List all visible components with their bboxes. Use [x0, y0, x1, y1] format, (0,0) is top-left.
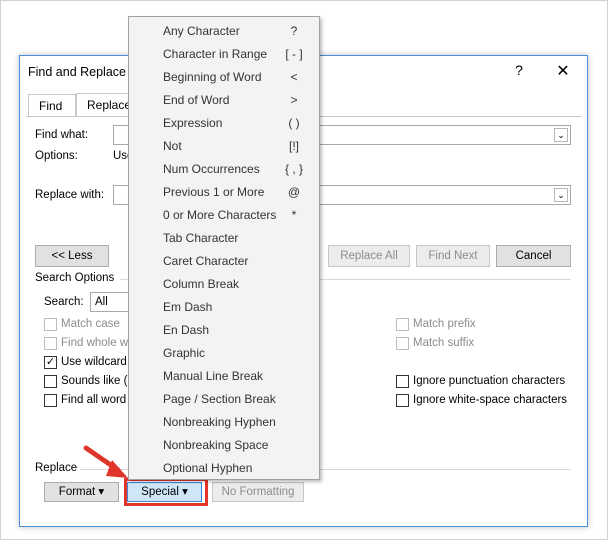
search-label: Search: — [44, 296, 84, 308]
menu-item-symbol: [ - ] — [285, 47, 303, 61]
menu-item[interactable]: Page / Section Break — [129, 388, 319, 411]
match-case-label: Match case — [61, 318, 120, 330]
replace-with-label: Replace with: — [35, 189, 105, 201]
format-button[interactable]: Format ▾ — [44, 482, 119, 502]
menu-item[interactable]: Optional Hyphen — [129, 457, 319, 480]
menu-item-label: Nonbreaking Space — [163, 438, 269, 452]
find-all-word-forms-label: Find all word — [61, 394, 127, 406]
ignore-whitespace-label: Ignore white-space characters — [413, 394, 568, 406]
menu-item-label: Beginning of Word — [163, 70, 262, 84]
search-direction-value: All — [95, 296, 108, 308]
menu-item[interactable]: Not [!] — [129, 135, 319, 158]
menu-item[interactable]: Nonbreaking Hyphen — [129, 411, 319, 434]
menu-item-label: Previous 1 or More — [163, 185, 265, 199]
cancel-button[interactable]: Cancel — [496, 245, 571, 267]
menu-item-symbol: { , } — [284, 162, 304, 176]
options-label: Options: — [35, 150, 78, 162]
menu-item-label: Manual Line Break — [163, 369, 264, 383]
ignore-whitespace-checkbox[interactable] — [396, 394, 409, 407]
menu-item-label: Optional Hyphen — [163, 461, 253, 475]
menu-item-symbol: ( ) — [288, 116, 300, 130]
close-icon[interactable]: ✕ — [554, 61, 572, 81]
menu-item-label: Num Occurrences — [163, 162, 260, 176]
menu-item[interactable]: Expression ( ) — [129, 112, 319, 135]
menu-item-label: Column Break — [163, 277, 240, 291]
special-menu: Any Character? Character in Range [ - ] Beg… — [128, 16, 320, 480]
match-case-checkbox[interactable] — [44, 318, 57, 331]
menu-item[interactable]: Any Character? — [129, 20, 319, 43]
menu-item[interactable]: Manual Line Break — [129, 365, 319, 388]
menu-item-label: Nonbreaking Hyphen — [163, 415, 276, 429]
menu-item[interactable]: Beginning of Word < — [129, 66, 319, 89]
menu-item-symbol: < — [290, 70, 298, 84]
use-wildcards-label: Use wildcard — [61, 356, 127, 368]
menu-item-label: Not — [163, 139, 182, 153]
sounds-like-checkbox[interactable] — [44, 375, 57, 388]
menu-item[interactable]: End of Word > — [129, 89, 319, 112]
sounds-like-label: Sounds like ( — [61, 375, 128, 387]
menu-item-symbol: ? — [290, 24, 298, 38]
find-whole-words-label: Find whole w — [61, 337, 129, 349]
no-formatting-button[interactable]: No Formatting — [212, 482, 304, 502]
menu-item[interactable]: Em Dash — [129, 296, 319, 319]
menu-item-symbol: [!] — [288, 139, 299, 153]
replace-section-title: Replace — [35, 462, 78, 474]
match-suffix-checkbox[interactable] — [396, 337, 409, 350]
replace-all-button[interactable]: Replace All — [328, 245, 410, 267]
chevron-down-icon[interactable]: ⌄ — [554, 128, 568, 142]
menu-item-label: Any Character — [163, 24, 240, 38]
menu-item[interactable]: Nonbreaking Space — [129, 434, 319, 457]
ignore-punctuation-checkbox[interactable] — [396, 375, 409, 388]
dialog-title: Find and Replace — [28, 65, 126, 79]
menu-item[interactable]: Tab Character — [129, 227, 319, 250]
menu-item-label: End of Word — [163, 93, 230, 107]
match-prefix-checkbox[interactable] — [396, 318, 409, 331]
chevron-down-icon[interactable]: ⌄ — [554, 188, 568, 202]
menu-item-symbol: @ — [287, 185, 301, 199]
menu-item-label: Em Dash — [163, 300, 213, 314]
find-what-label: Find what: — [35, 129, 89, 141]
find-whole-words-checkbox[interactable] — [44, 337, 57, 350]
menu-item-label: Expression — [163, 116, 223, 130]
menu-item-label: En Dash — [163, 323, 210, 337]
menu-item-label: Page / Section Break — [163, 392, 276, 406]
menu-item[interactable]: Num Occurrences { , } — [129, 158, 319, 181]
menu-item[interactable]: En Dash — [129, 319, 319, 342]
ignore-punctuation-label: Ignore punctuation characters — [413, 375, 566, 387]
menu-item[interactable]: 0 or More Characters * — [129, 204, 319, 227]
menu-item-label: Character in Range — [163, 47, 268, 61]
find-next-button[interactable]: Find Next — [416, 245, 490, 267]
menu-item[interactable]: Column Break — [129, 273, 319, 296]
find-all-word-forms-checkbox[interactable] — [44, 394, 57, 407]
menu-item-symbol: * — [291, 208, 297, 222]
less-button[interactable]: << Less — [35, 245, 109, 267]
menu-item[interactable]: Graphic — [129, 342, 319, 365]
help-icon[interactable]: ? — [512, 62, 526, 78]
menu-item-label: 0 or More Characters — [163, 208, 277, 222]
menu-item-symbol: > — [290, 93, 298, 107]
search-options-title: Search Options — [35, 272, 115, 284]
menu-item-label: Tab Character — [163, 231, 239, 245]
menu-item[interactable]: Caret Character — [129, 250, 319, 273]
use-wildcards-checkbox[interactable]: ✓ — [44, 356, 57, 369]
menu-item[interactable]: Character in Range [ - ] — [129, 43, 319, 66]
menu-item-label: Caret Character — [163, 254, 249, 268]
match-suffix-label: Match suffix — [413, 337, 475, 349]
menu-item[interactable]: Previous 1 or More @ — [129, 181, 319, 204]
search-direction-select[interactable]: All — [90, 292, 130, 312]
match-prefix-label: Match prefix — [413, 318, 476, 330]
menu-item-label: Graphic — [163, 346, 206, 360]
tab-find[interactable]: Find — [28, 94, 76, 116]
